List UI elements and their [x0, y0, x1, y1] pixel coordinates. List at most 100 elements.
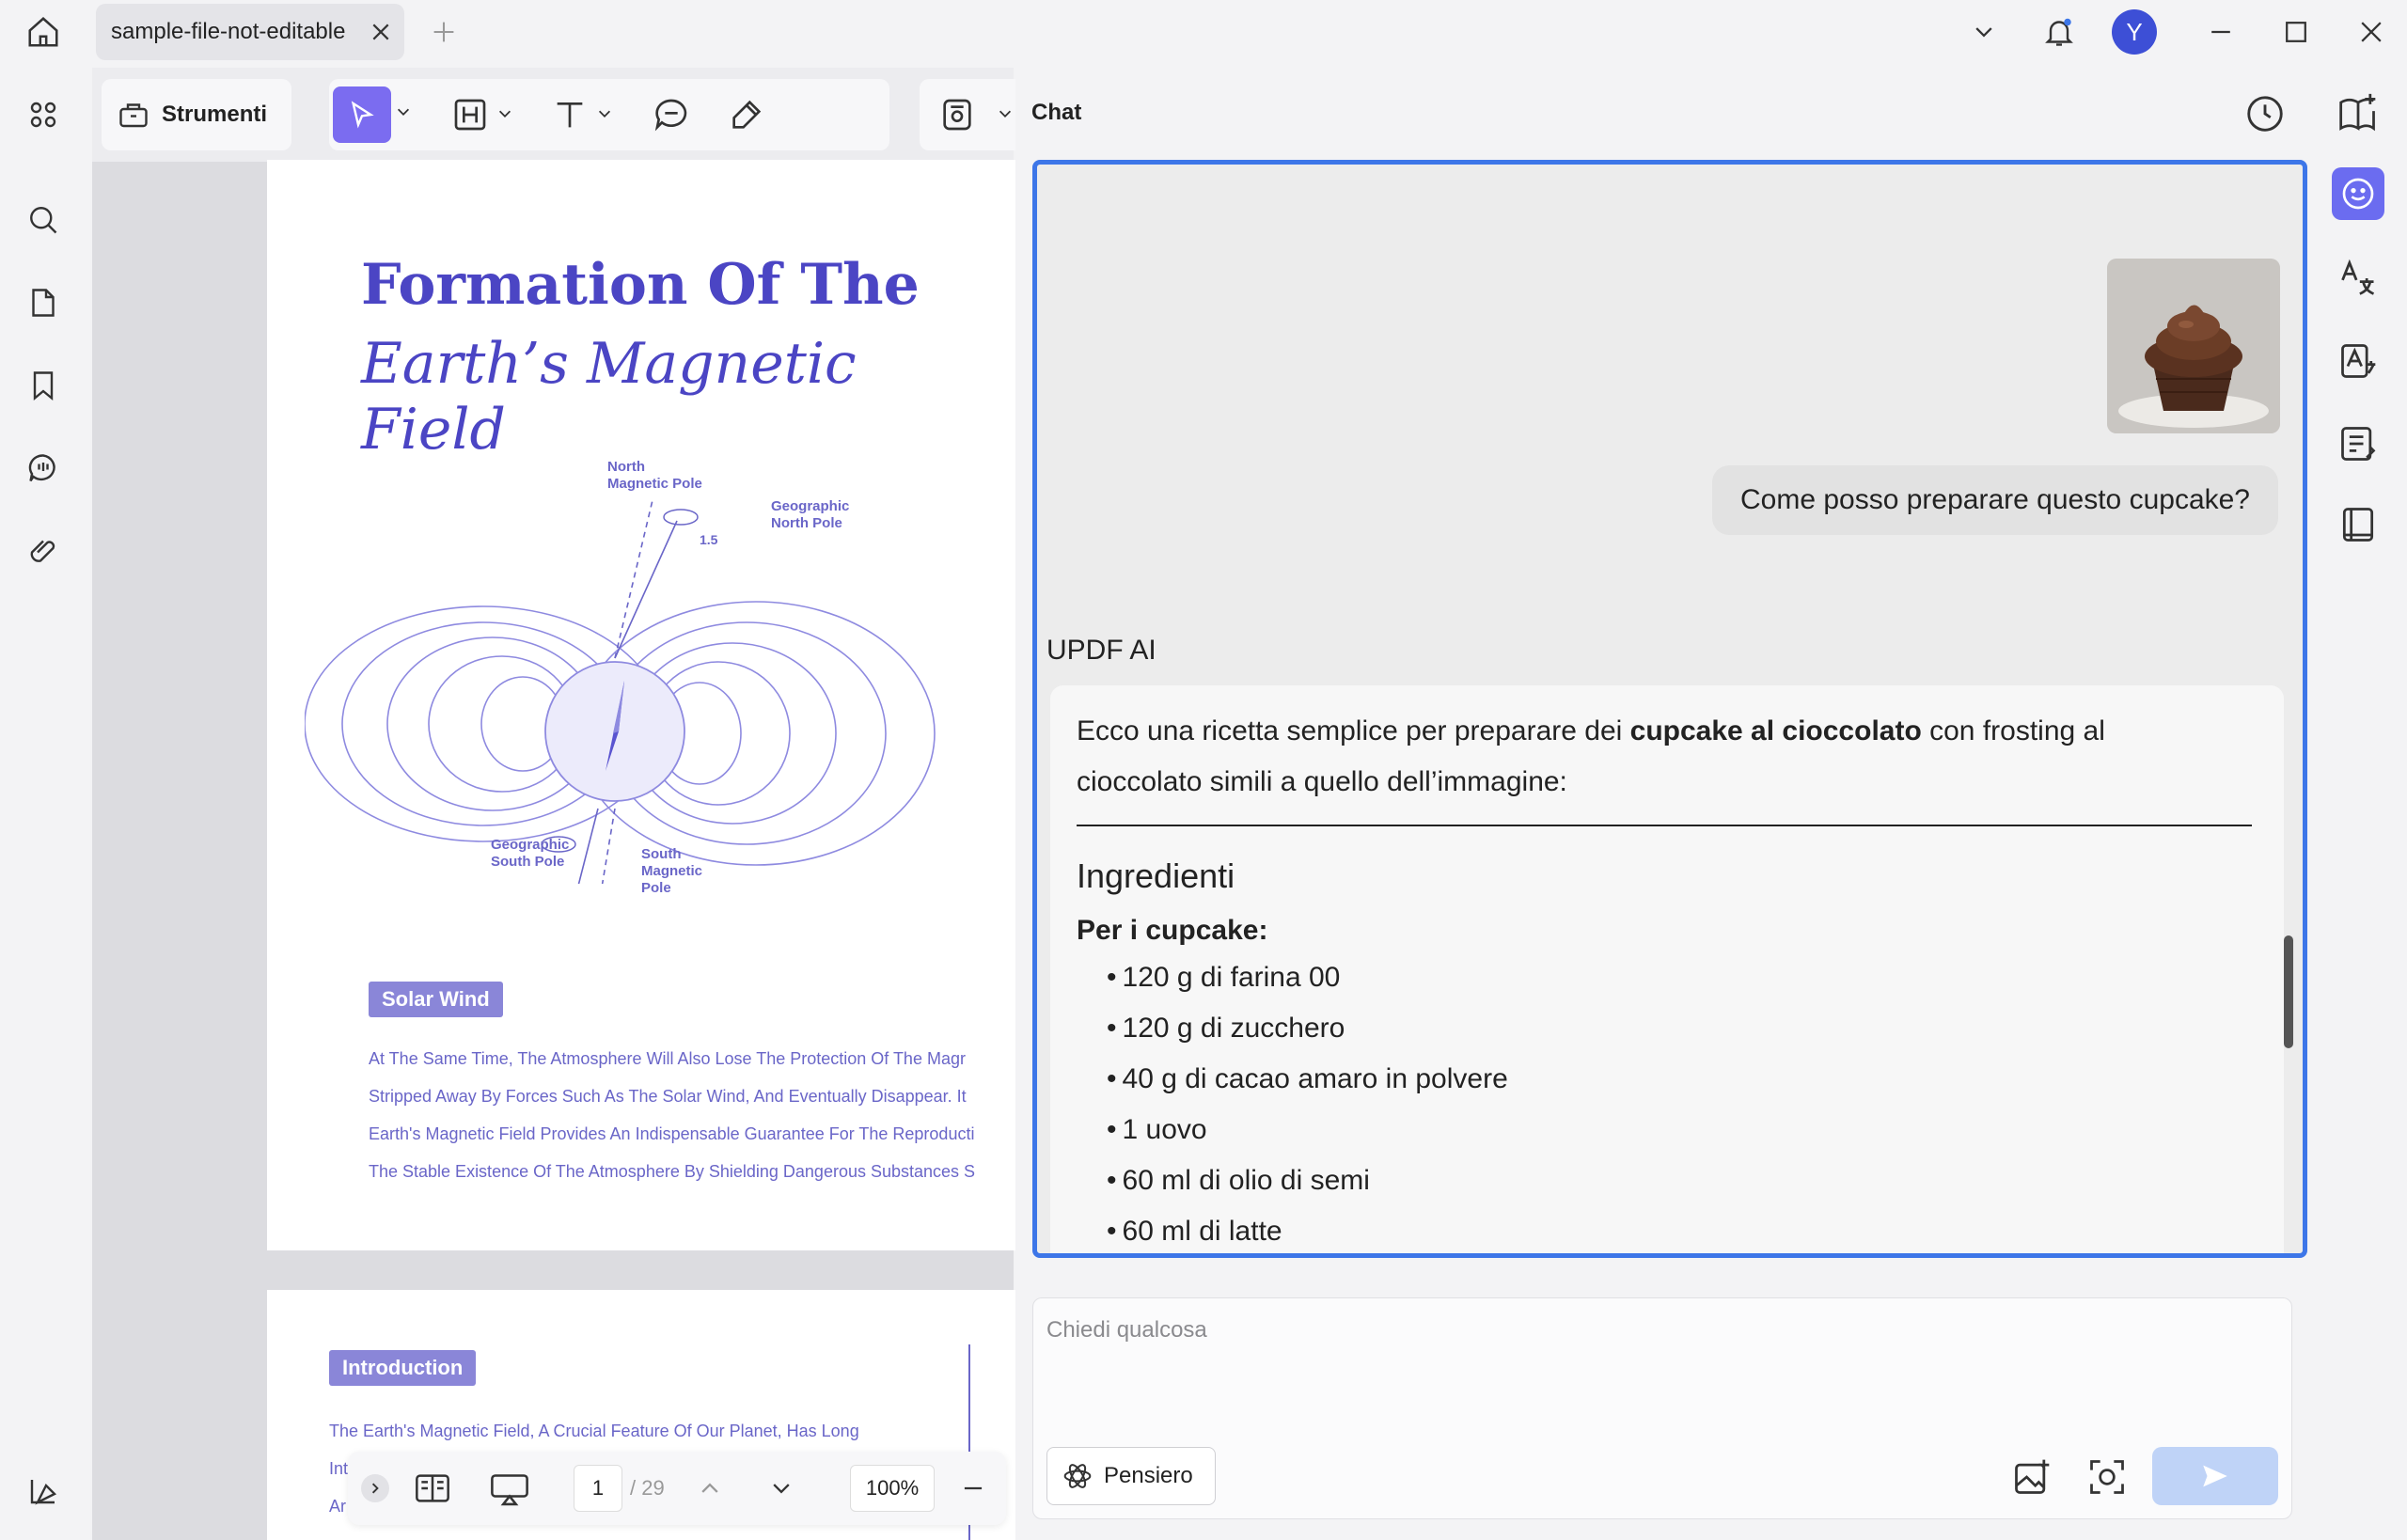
send-icon [2203, 1465, 2227, 1487]
ai-sender-label: UPDF AI [1046, 635, 1156, 666]
current-page-input[interactable]: 1 [574, 1465, 622, 1512]
previous-page-icon[interactable] [698, 1476, 722, 1501]
heading-dropdown-icon[interactable] [496, 105, 513, 122]
comments-icon[interactable] [19, 444, 68, 493]
zoom-out-icon[interactable] [961, 1476, 985, 1501]
book-icon[interactable] [2332, 498, 2384, 551]
bookmark-icon[interactable] [19, 361, 68, 410]
page-layout-icon[interactable] [414, 1470, 451, 1506]
highlighter-tool-icon[interactable] [728, 96, 765, 134]
avatar-letter: Y [2126, 17, 2143, 46]
label-line: Magnetic [641, 863, 703, 879]
search-icon[interactable] [19, 196, 68, 244]
body-text-line: Earth's Magnetic Field Provides An Indis… [369, 1124, 975, 1143]
cupcake-subheading: Per i cupcake: [1077, 915, 1268, 946]
tools-button[interactable]: Strumenti [102, 79, 291, 150]
sidebar-toggle-icon[interactable] [19, 1467, 68, 1516]
pdf-title-line2: Earth’s Magnetic Field [361, 331, 857, 463]
north-magnetic-pole-label: North Magnetic Pole [607, 459, 702, 493]
ai-chat-icon[interactable] [2332, 167, 2384, 220]
label-line: Magnetic Pole [607, 476, 702, 492]
chat-scrollbar[interactable] [2284, 935, 2293, 1048]
toolbox-icon [119, 103, 148, 128]
send-button[interactable] [2152, 1447, 2278, 1505]
ai-intro-pre: Ecco una ricetta semplice per preparare … [1077, 715, 1630, 746]
body-text-line: Ar [329, 1497, 346, 1516]
tools-label: Strumenti [162, 102, 268, 127]
total-pages: / 29 [630, 1476, 665, 1500]
body-text-line: The Stable Existence Of The Atmosphere B… [369, 1162, 976, 1181]
ai-intro-text: Ecco una ricetta semplice per preparare … [1077, 706, 2167, 808]
angle-label: 1.5 [700, 532, 718, 547]
solar-wind-heading: Solar Wind [369, 982, 503, 1017]
apps-grid-icon[interactable] [19, 90, 68, 139]
user-message-text: Come posso preparare questo cupcake? [1740, 484, 2250, 515]
pdf-title-line1: Formation Of The [361, 252, 920, 318]
ai-intro-bold: cupcake al cioccolato [1629, 715, 1922, 746]
current-page-value: 1 [591, 1476, 605, 1500]
read-mode-icon[interactable] [2332, 86, 2384, 139]
body-text-line: The Earth's Magnetic Field, A Crucial Fe… [329, 1422, 859, 1440]
comment-tool-icon[interactable] [653, 96, 690, 134]
text-dropdown-icon[interactable] [596, 105, 613, 122]
add-image-icon[interactable] [2011, 1456, 2053, 1498]
minimize-icon[interactable] [2198, 9, 2243, 55]
edit-tools-group [329, 79, 889, 150]
save-tool-icon[interactable] [938, 96, 976, 134]
notification-bell-icon[interactable] [2037, 9, 2082, 55]
page-navigation-bar: 1 / 29 100% [348, 1452, 1006, 1525]
cupcake-image [2107, 259, 2280, 433]
label-line: North Pole [771, 515, 842, 531]
text-tool-icon[interactable] [551, 96, 589, 134]
introduction-heading: Introduction [329, 1350, 477, 1386]
chat-title: Chat [1031, 100, 1082, 125]
close-window-icon[interactable] [2349, 9, 2394, 55]
chat-input[interactable] [1046, 1312, 2175, 1349]
heading-tool-icon[interactable] [451, 96, 489, 134]
user-avatar[interactable]: Y [2112, 9, 2157, 55]
select-tool-button[interactable] [333, 86, 391, 143]
new-tab-icon[interactable] [421, 9, 466, 55]
document-tab[interactable]: sample-file-not-editable [96, 4, 404, 60]
maximize-icon[interactable] [2273, 9, 2319, 55]
ai-response-card: Ecco una ricetta semplice per preparare … [1050, 685, 2284, 1253]
body-text-line: Int [329, 1459, 349, 1478]
label-line: Pole [641, 880, 671, 896]
body-text-line: At The Same Time, The Atmosphere Will Al… [369, 1049, 966, 1068]
ingredient-item: 120 g di farina 00 [1107, 962, 1341, 994]
pages-icon[interactable] [19, 278, 68, 327]
section-divider [1077, 825, 2252, 826]
next-page-icon[interactable] [769, 1476, 794, 1501]
zoom-level-field[interactable]: 100% [850, 1465, 935, 1512]
zoom-level-value: 100% [865, 1476, 920, 1500]
ingredient-item: 60 ml di latte [1107, 1216, 1282, 1248]
ingredients-heading: Ingredienti [1077, 856, 1235, 895]
summarize-icon[interactable] [2332, 417, 2384, 470]
user-message-bubble: Come posso preparare questo cupcake? [1712, 465, 2278, 535]
chat-input-box: Pensiero [1032, 1297, 2292, 1519]
save-dropdown-icon[interactable] [997, 105, 1014, 122]
thinking-mode-button[interactable]: Pensiero [1046, 1447, 1216, 1505]
geographic-south-pole-label: Geographic South Pole [491, 837, 569, 871]
chat-history-icon[interactable] [2243, 92, 2287, 135]
screenshot-icon[interactable] [2086, 1456, 2128, 1498]
label-line: Geographic [771, 498, 850, 514]
expand-bar-icon[interactable] [361, 1474, 389, 1502]
translate-icon[interactable] [2332, 252, 2384, 305]
ingredient-item: 120 g di zucchero [1107, 1013, 1345, 1045]
label-line: South [641, 846, 682, 862]
home-icon[interactable] [21, 9, 66, 55]
label-line: North [607, 459, 645, 475]
body-text-line: Stripped Away By Forces Such As The Sola… [369, 1087, 967, 1106]
presentation-icon[interactable] [489, 1470, 530, 1506]
chevron-down-icon[interactable] [1961, 9, 2006, 55]
thinking-mode-label: Pensiero [1104, 1463, 1193, 1488]
magnetic-field-diagram [305, 499, 936, 884]
south-magnetic-pole-label: South Magnetic Pole [641, 846, 702, 897]
close-tab-icon[interactable] [370, 22, 391, 42]
cursor-icon [351, 101, 374, 129]
chat-conversation[interactable]: Come posso preparare questo cupcake? UPD… [1032, 160, 2307, 1258]
ocr-translate-icon[interactable] [2332, 335, 2384, 387]
select-tool-dropdown-icon[interactable] [395, 103, 412, 120]
attachment-icon[interactable] [19, 526, 68, 575]
